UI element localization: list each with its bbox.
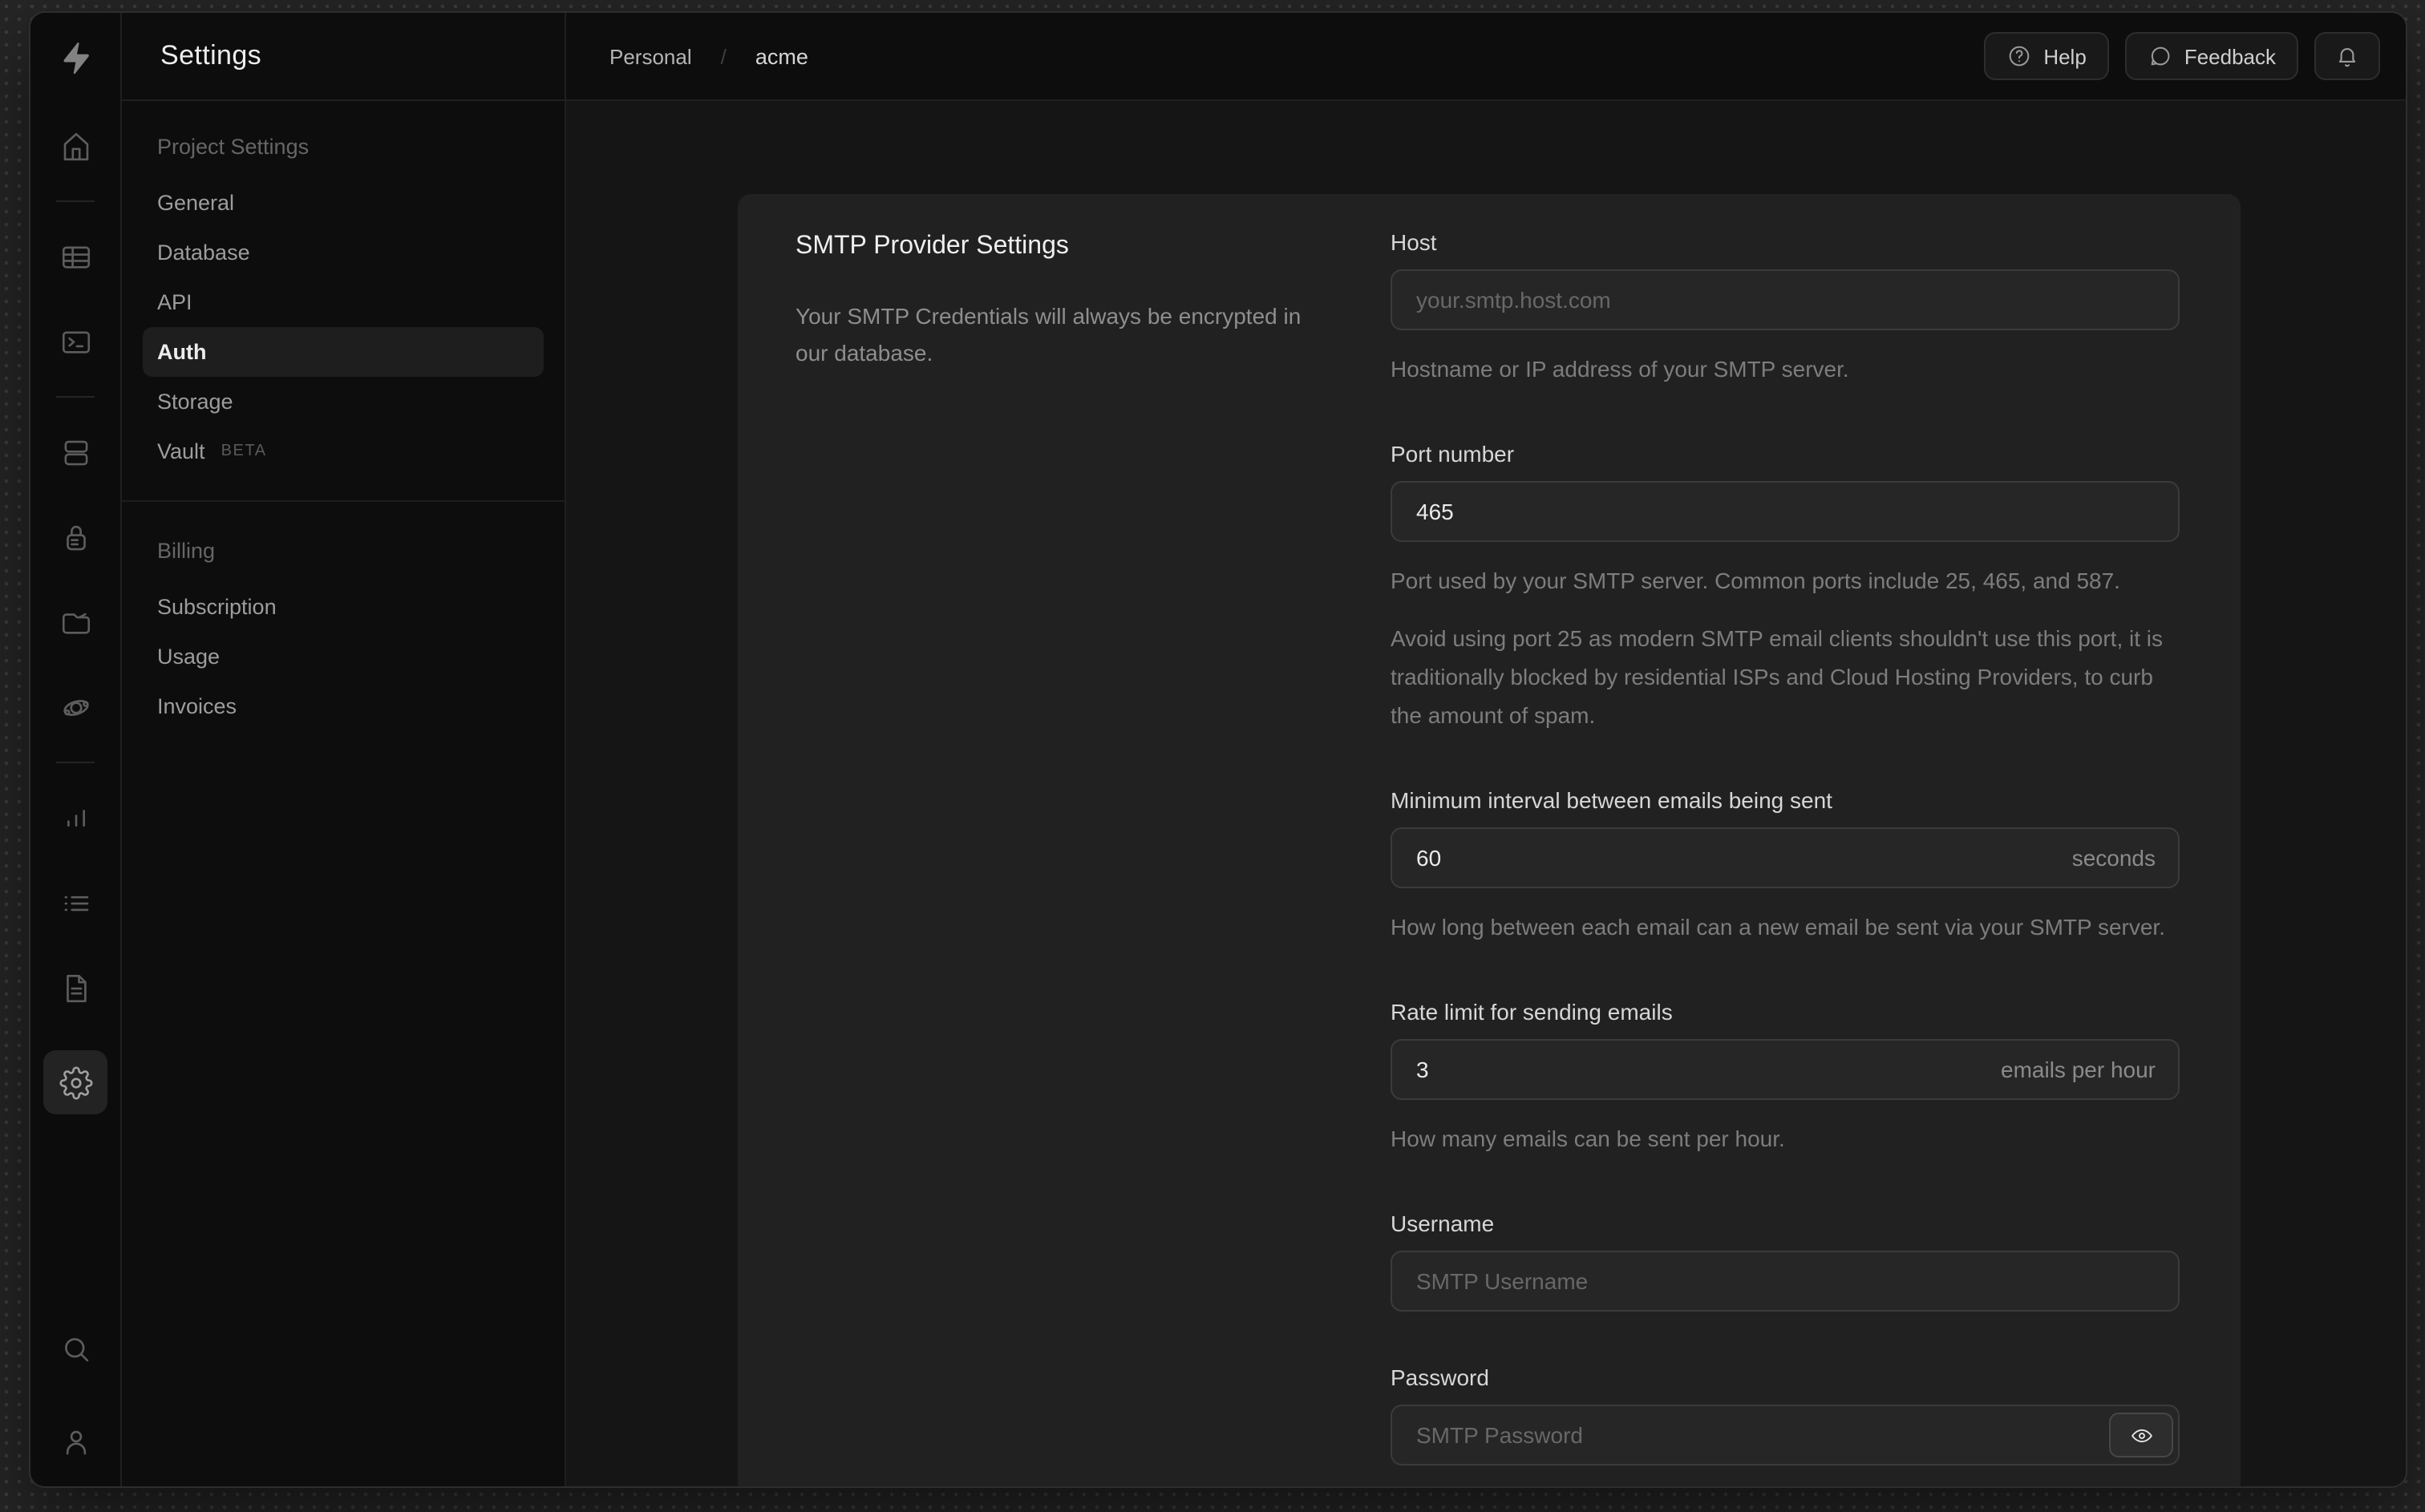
password-reveal-button[interactable] xyxy=(2109,1413,2173,1457)
username-label: Username xyxy=(1391,1211,1495,1236)
top-header: Settings Personal / acme Help Feedback xyxy=(122,13,2406,101)
rail-divider xyxy=(56,762,95,763)
feedback-bubble-icon xyxy=(2148,43,2173,69)
nav-item-auth-label: Auth xyxy=(157,340,207,364)
section-description: Your SMTP Credentials will always be enc… xyxy=(796,303,1302,366)
nav-item-invoices[interactable]: Invoices xyxy=(143,681,544,731)
nav-item-auth[interactable]: Auth xyxy=(143,327,544,377)
port-note: Avoid using port 25 as modern SMTP email… xyxy=(1391,625,2164,728)
notifications-button[interactable] xyxy=(2314,32,2380,80)
feedback-button[interactable]: Feedback xyxy=(2124,32,2298,80)
settings-gear-icon[interactable] xyxy=(43,1050,107,1114)
app-window: Settings Personal / acme Help Feedback P… xyxy=(29,11,2407,1488)
nav-section-billing: Billing xyxy=(157,539,216,563)
supabase-logo[interactable] xyxy=(30,13,120,101)
host-helper: Hostname or IP address of your SMTP serv… xyxy=(1391,356,1849,382)
nav-item-vault-label: Vault xyxy=(157,439,205,463)
logs-icon[interactable] xyxy=(48,880,103,925)
breadcrumb-separator: / xyxy=(720,44,727,68)
min-interval-input[interactable] xyxy=(1391,827,2180,888)
min-interval-helper: How long between each email can a new em… xyxy=(1391,914,2165,940)
feedback-button-label: Feedback xyxy=(2184,44,2276,68)
port-helper: Port used by your SMTP server. Common po… xyxy=(1391,568,2120,593)
docs-icon[interactable] xyxy=(48,965,103,1010)
field-rate-limit: Rate limit for sending emails emails per… xyxy=(1391,999,2180,1158)
field-username: Username xyxy=(1391,1211,2180,1312)
sql-editor-icon[interactable] xyxy=(48,319,103,364)
rate-limit-label: Rate limit for sending emails xyxy=(1391,999,1673,1025)
beta-badge: BETA xyxy=(221,443,267,460)
storage-icon[interactable] xyxy=(48,600,103,645)
field-host: Host Hostname or IP address of your SMTP… xyxy=(1391,229,2180,388)
main-header: Personal / acme Help Feedback xyxy=(566,13,2406,99)
desktop-backdrop: Settings Personal / acme Help Feedback P… xyxy=(0,0,2425,1512)
reports-icon[interactable] xyxy=(48,795,103,840)
section-meta: SMTP Provider Settings Your SMTP Credent… xyxy=(796,229,1326,1466)
nav-divider xyxy=(122,500,565,502)
rail-bottom-group xyxy=(48,1326,103,1486)
nav-section-project-settings: Project Settings xyxy=(157,135,310,159)
field-password: Password xyxy=(1391,1364,2180,1466)
rail-divider xyxy=(56,396,95,398)
rate-limit-helper: How many emails can be sent per hour. xyxy=(1391,1126,1785,1151)
min-interval-label: Minimum interval between emails being se… xyxy=(1391,787,1832,813)
smtp-settings-panel: SMTP Provider Settings Your SMTP Credent… xyxy=(738,194,2241,1486)
field-min-interval: Minimum interval between emails being se… xyxy=(1391,787,2180,946)
nav-item-general[interactable]: General xyxy=(143,178,544,228)
help-button-label: Help xyxy=(2043,44,2087,68)
eye-icon xyxy=(2129,1423,2153,1447)
nav-item-storage[interactable]: Storage xyxy=(143,377,544,427)
auth-lock-icon[interactable] xyxy=(48,515,103,560)
header-actions: Help Feedback xyxy=(1984,32,2380,80)
help-icon xyxy=(2006,43,2032,69)
page-title: Settings xyxy=(160,40,262,71)
username-input[interactable] xyxy=(1391,1251,2180,1312)
breadcrumb: Personal / acme xyxy=(609,44,808,68)
field-port: Port number Port used by your SMTP serve… xyxy=(1391,441,2180,734)
edge-functions-icon[interactable] xyxy=(48,685,103,730)
rate-limit-input[interactable] xyxy=(1391,1039,2180,1100)
search-icon[interactable] xyxy=(48,1326,103,1371)
content-area: SMTP Provider Settings Your SMTP Credent… xyxy=(566,101,2406,1486)
bell-icon xyxy=(2334,42,2361,70)
nav-item-usage[interactable]: Usage xyxy=(143,632,544,681)
host-label: Host xyxy=(1391,229,1437,255)
password-input[interactable] xyxy=(1391,1405,2180,1466)
help-button[interactable]: Help xyxy=(1984,32,2109,80)
nav-item-api[interactable]: API xyxy=(143,277,544,327)
icon-rail xyxy=(30,13,122,1486)
smtp-form: Host Hostname or IP address of your SMTP… xyxy=(1391,229,2180,1466)
table-editor-icon[interactable] xyxy=(48,234,103,279)
database-icon[interactable] xyxy=(48,430,103,475)
section-title: SMTP Provider Settings xyxy=(796,232,1069,260)
nav-item-subscription[interactable]: Subscription xyxy=(143,582,544,632)
settings-nav: Project Settings General Database API Au… xyxy=(122,101,566,1486)
rail-divider xyxy=(56,200,95,202)
home-icon[interactable] xyxy=(48,123,103,168)
nav-item-vault[interactable]: Vault BETA xyxy=(143,427,544,476)
host-input[interactable] xyxy=(1391,269,2180,330)
settings-nav-header: Settings xyxy=(122,13,566,99)
account-user-icon[interactable] xyxy=(48,1419,103,1464)
breadcrumb-project[interactable]: acme xyxy=(755,44,808,68)
nav-item-database[interactable]: Database xyxy=(143,228,544,277)
rail-icon-list xyxy=(30,101,120,1326)
port-input[interactable] xyxy=(1391,481,2180,542)
password-label: Password xyxy=(1391,1364,1489,1390)
breadcrumb-org[interactable]: Personal xyxy=(609,44,692,68)
port-label: Port number xyxy=(1391,441,1515,467)
